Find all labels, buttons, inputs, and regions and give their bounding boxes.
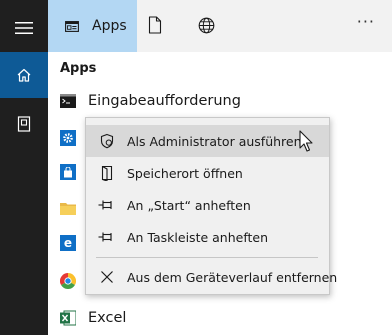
context-menu: Als Administrator ausführen Speicherort … (85, 117, 337, 295)
hamburger-menu-button[interactable] (0, 4, 48, 52)
menu-item-open-file-location[interactable]: Speicherort öffnen (86, 157, 329, 189)
edge-icon: e (63, 236, 73, 250)
notebook-icon (17, 116, 31, 132)
home-icon (17, 68, 31, 82)
command-prompt-icon (60, 93, 76, 109)
menu-item-pin-to-start[interactable]: An „Start“ anheften (86, 189, 329, 221)
excel-icon (60, 310, 76, 326)
gear-icon (63, 133, 73, 143)
pin-icon (98, 228, 116, 246)
filter-tab-bar: Apps ··· (48, 0, 392, 52)
navigation-rail (0, 0, 48, 335)
more-options-button[interactable]: ··· (357, 12, 375, 31)
menu-item-label: An „Start“ anheften (127, 197, 251, 213)
app-name: Excel (88, 310, 127, 326)
shield-icon (98, 132, 116, 150)
menu-item-label: Als Administrator ausführen (127, 133, 302, 149)
tab-documents[interactable] (148, 16, 162, 38)
store-app-tile[interactable] (60, 164, 76, 180)
chrome-app-tile[interactable] (60, 273, 76, 289)
list-item-excel[interactable]: Excel (60, 310, 126, 326)
edge-app-tile[interactable]: e (60, 235, 76, 251)
menu-item-remove-from-device-history[interactable]: Aus dem Geräteverlauf entfernen (86, 261, 337, 293)
pin-icon (98, 196, 116, 214)
menu-item-label: Aus dem Geräteverlauf entfernen (127, 269, 338, 285)
apps-window-icon (65, 20, 79, 32)
tab-apps-label: Apps (92, 18, 127, 34)
close-icon (98, 268, 116, 286)
menu-item-run-as-administrator[interactable]: Als Administrator ausführen (86, 125, 329, 157)
globe-icon (198, 17, 215, 34)
list-item-command-prompt[interactable]: Eingabeaufforderung (60, 93, 241, 109)
chrome-icon (60, 273, 76, 289)
tab-web[interactable] (198, 17, 215, 38)
settings-app-tile[interactable] (60, 130, 76, 146)
document-icon (148, 16, 162, 34)
menu-item-label: Speicherort öffnen (127, 165, 243, 181)
store-bag-icon (64, 166, 72, 177)
home-button[interactable] (0, 52, 48, 98)
menu-item-label: An Taskleiste anheften (127, 229, 269, 245)
file-explorer-app-tile[interactable] (60, 200, 76, 216)
section-title: Apps (60, 61, 97, 76)
folder-icon (60, 202, 76, 215)
menu-item-pin-to-taskbar[interactable]: An Taskleiste anheften (86, 221, 329, 253)
open-file-location-icon (98, 164, 116, 182)
hamburger-icon (15, 22, 33, 34)
app-name: Eingabeaufforderung (88, 93, 241, 109)
menu-separator (96, 257, 318, 258)
mouse-pointer-icon (299, 130, 313, 152)
tab-apps[interactable]: Apps (48, 0, 137, 52)
documents-button[interactable] (0, 100, 48, 148)
